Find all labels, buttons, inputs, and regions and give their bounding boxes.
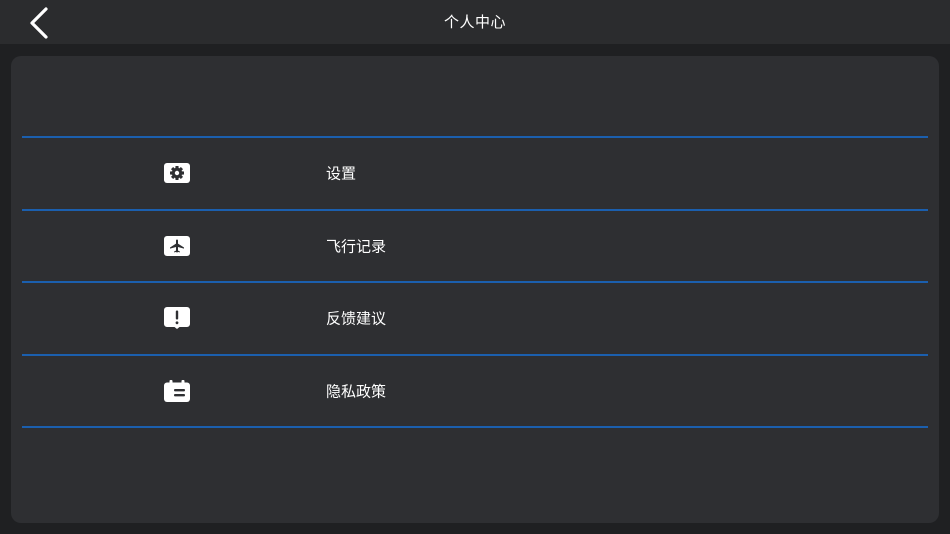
feedback-icon [164, 307, 190, 330]
content-panel: 设置 飞行记录 反馈建议 隐私政策 [11, 56, 939, 523]
airplane-icon [164, 235, 190, 257]
gear-icon [164, 162, 190, 184]
menu-item-flight-records[interactable]: 飞行记录 [22, 211, 928, 282]
menu-item-label: 反馈建议 [326, 309, 387, 328]
page-title: 个人中心 [443, 13, 506, 31]
menu-item-label: 飞行记录 [326, 237, 387, 256]
menu-item-privacy-policy[interactable]: 隐私政策 [22, 356, 928, 427]
menu-item-label: 隐私政策 [326, 382, 387, 401]
app-screen: 个人中心 设置 飞行记录 反馈建议 隐私政策 [0, 0, 950, 534]
privacy-icon [164, 379, 190, 402]
menu-item-feedback[interactable]: 反馈建议 [22, 283, 928, 354]
menu-list: 设置 飞行记录 反馈建议 隐私政策 [22, 136, 928, 428]
menu-item-label: 设置 [326, 164, 357, 183]
menu-item-settings[interactable]: 设置 [22, 138, 928, 209]
divider [22, 426, 928, 428]
top-bar: 个人中心 [0, 0, 950, 44]
